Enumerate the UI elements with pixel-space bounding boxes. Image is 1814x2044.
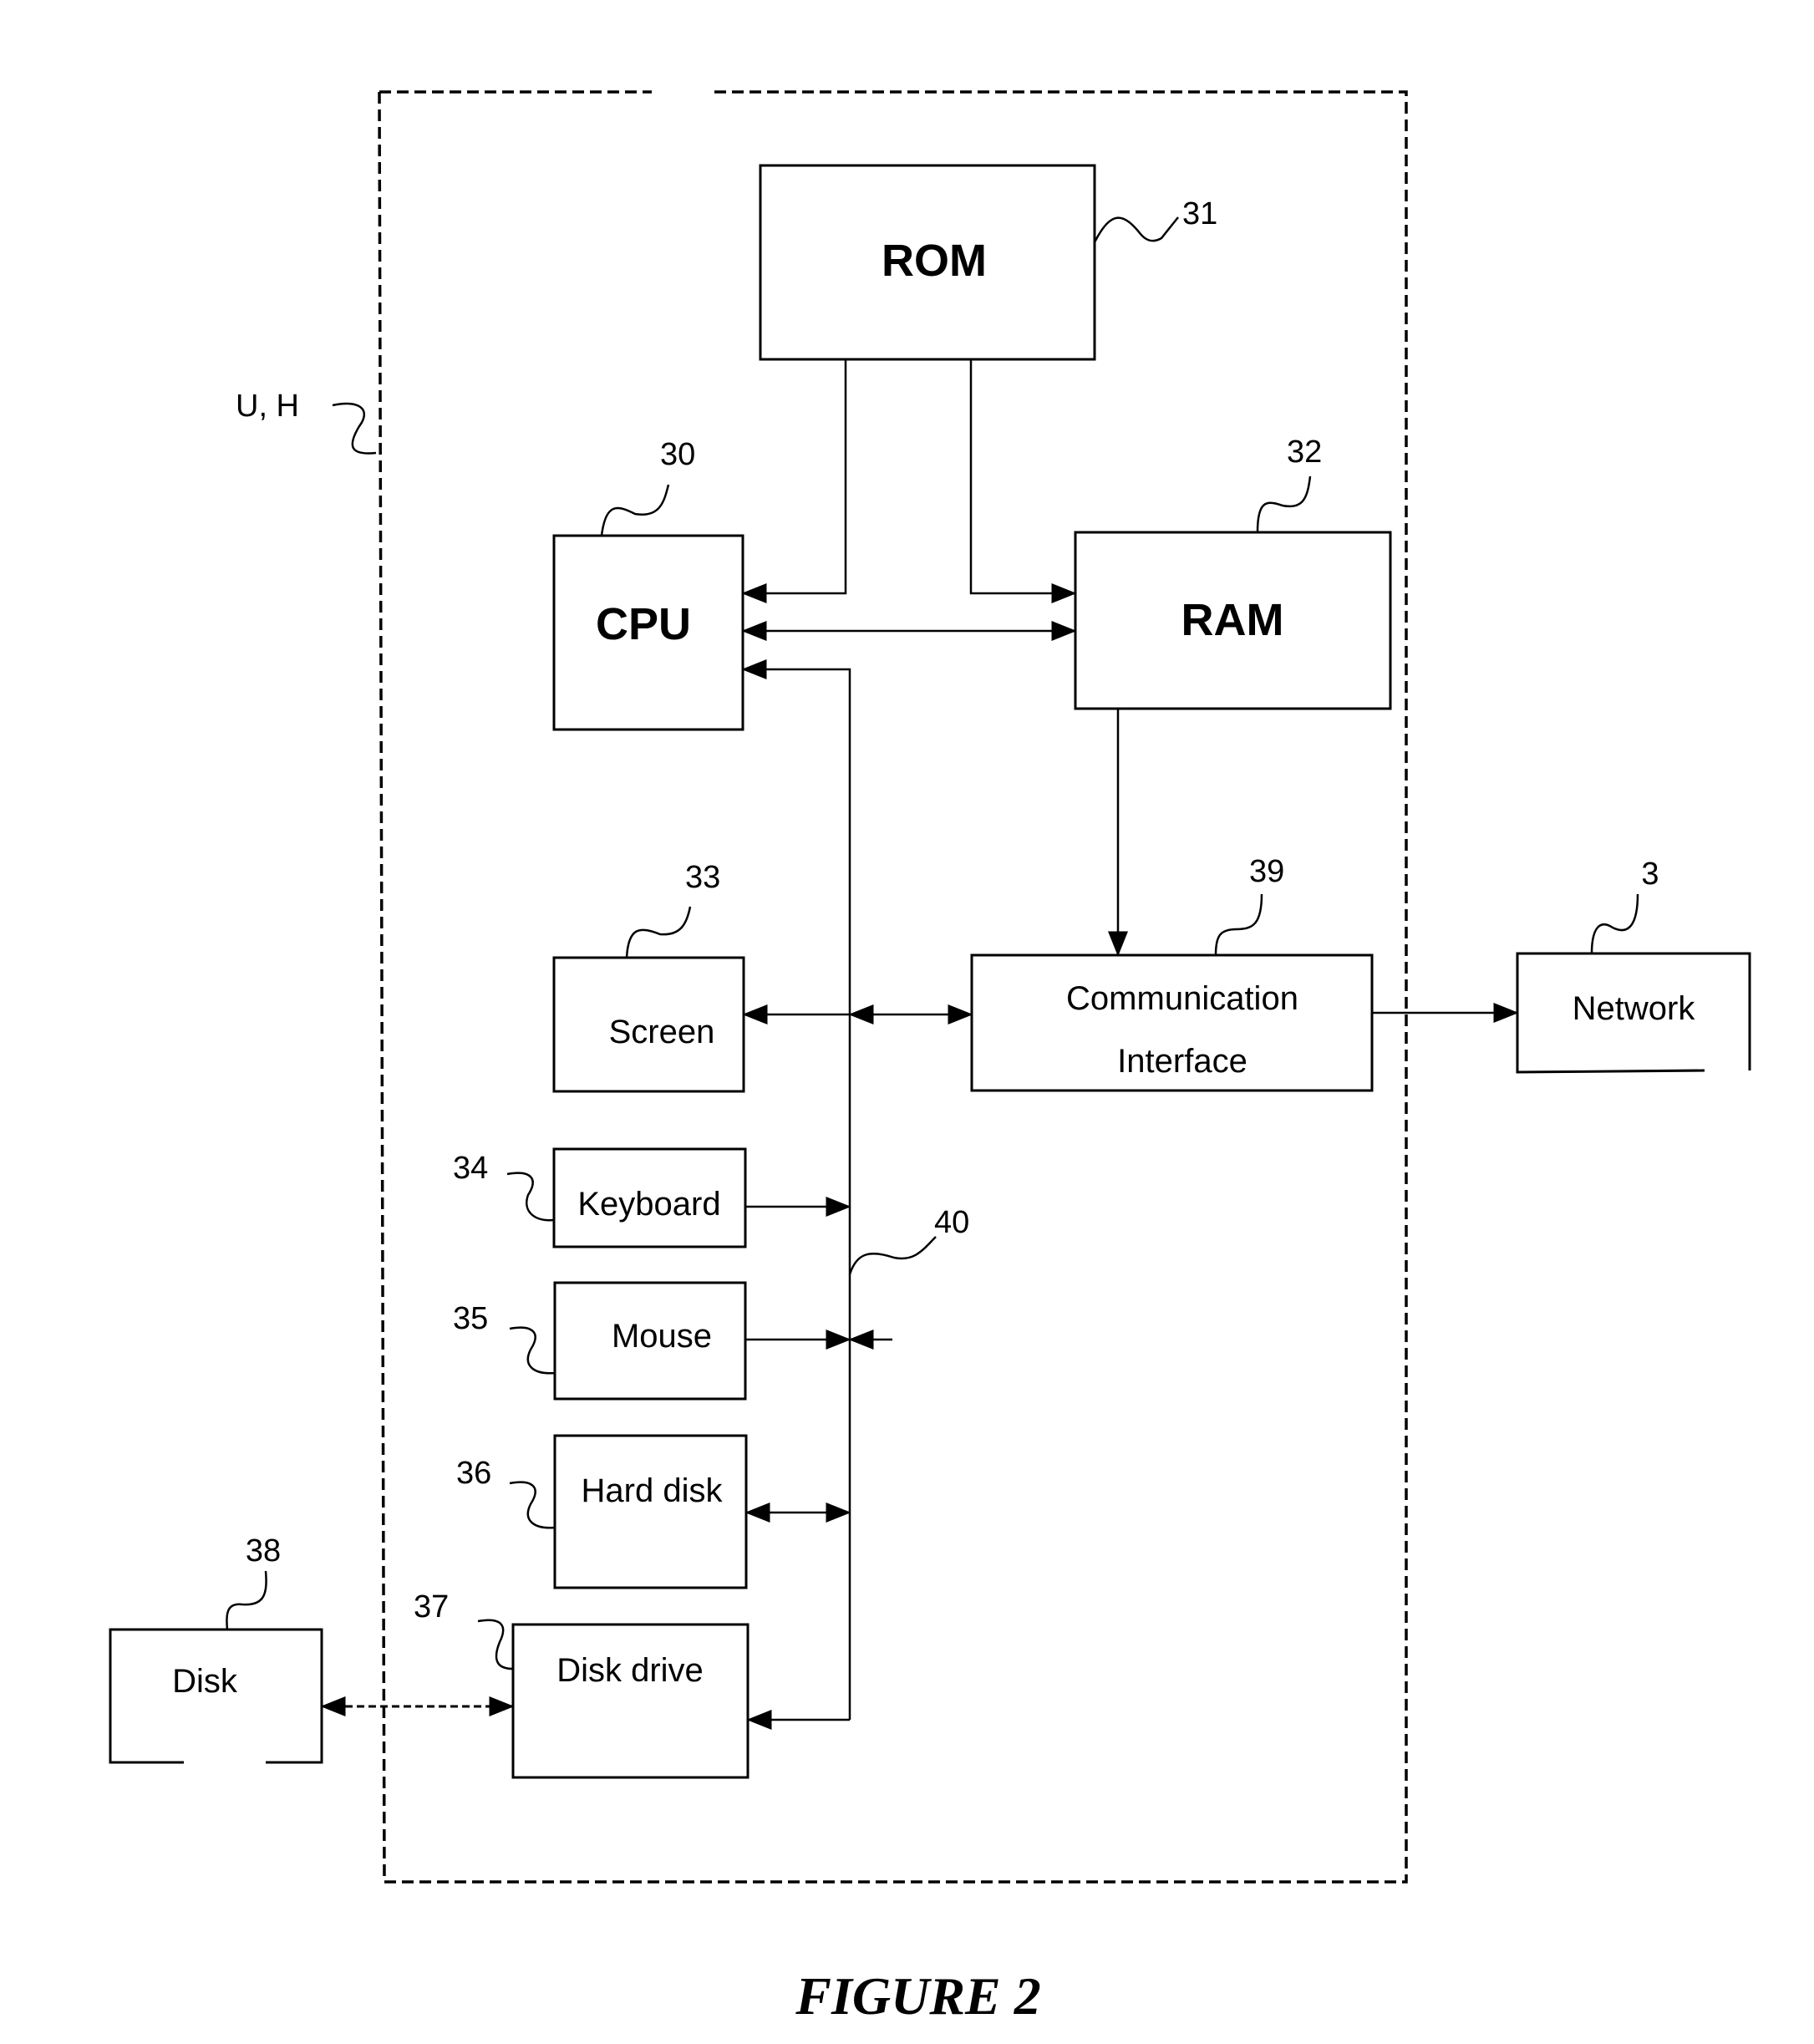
system-bus <box>741 659 851 1720</box>
figure-caption: FIGURE 2 <box>795 1966 1040 2026</box>
network-ref-leader <box>1590 893 1639 954</box>
hard-disk-ref-leader <box>509 1481 556 1529</box>
cpu-label: CPU <box>596 599 691 649</box>
bus-ref-leader <box>848 1236 937 1275</box>
network-block: Network 3 <box>1516 857 1751 1074</box>
hard-disk-label: Hard disk <box>582 1472 724 1509</box>
cpu-ref-leader <box>600 484 670 536</box>
disk-drive-ref: 37 <box>414 1589 449 1625</box>
comm-label-line1: Communication <box>1066 980 1298 1017</box>
ram-ref: 32 <box>1287 435 1322 470</box>
disk-block: Disk 38 <box>109 1533 323 1764</box>
cpu-ref: 30 <box>660 437 695 472</box>
rom-to-cpu-connector <box>741 359 847 603</box>
screen-block: Screen 33 <box>552 860 745 1093</box>
rom-to-ram-connector <box>969 359 1077 603</box>
system-ref-leader <box>332 402 377 455</box>
hard-disk-ref: 36 <box>456 1456 491 1491</box>
mouse-ref-leader <box>509 1326 556 1375</box>
rom-label: ROM <box>882 236 987 286</box>
rom-block: ROM 31 <box>759 164 1217 361</box>
keyboard-block: Keyboard 34 <box>453 1147 747 1248</box>
system-ref-text: U, H <box>236 389 299 424</box>
ram-ref-leader <box>1256 475 1312 533</box>
system-ref-label: U, H <box>236 389 377 455</box>
ram-block: RAM 32 <box>1074 435 1392 710</box>
hard-disk-block: Hard disk 36 <box>456 1434 748 1589</box>
keyboard-label: Keyboard <box>577 1186 720 1223</box>
block-diagram: U, H ROM 31 CPU 30 RAM 32 40 Screen 33 C… <box>109 90 1751 2026</box>
mouse-block: Mouse 35 <box>453 1281 747 1401</box>
comm-ref: 39 <box>1249 854 1284 889</box>
rom-ref: 31 <box>1182 196 1217 231</box>
network-label: Network <box>1573 990 1696 1027</box>
disk-drive-label: Disk drive <box>556 1652 704 1689</box>
screen-ref: 33 <box>685 860 720 895</box>
rom-ref-leader <box>1093 216 1179 243</box>
disk-label: Disk <box>172 1663 238 1700</box>
screen-label: Screen <box>609 1014 715 1050</box>
cpu-block: CPU 30 <box>552 437 744 731</box>
comm-ref-leader <box>1214 893 1263 956</box>
disk-drive-ref-leader <box>477 1619 514 1670</box>
network-ref: 3 <box>1641 857 1659 892</box>
comm-interface-block: Communication Interface 39 <box>970 854 1374 1092</box>
disk-ref-leader <box>226 1570 267 1630</box>
keyboard-ref: 34 <box>453 1151 488 1186</box>
disk-drive-block: Disk drive 37 <box>414 1589 749 1779</box>
ram-label: RAM <box>1181 595 1284 645</box>
mouse-label: Mouse <box>612 1318 712 1355</box>
screen-ref-leader <box>625 906 692 958</box>
keyboard-ref-leader <box>506 1172 555 1222</box>
comm-label-line2: Interface <box>1117 1043 1247 1080</box>
disk-ref: 38 <box>246 1533 281 1569</box>
bus-ref: 40 <box>934 1205 969 1240</box>
mouse-ref: 35 <box>453 1301 488 1336</box>
